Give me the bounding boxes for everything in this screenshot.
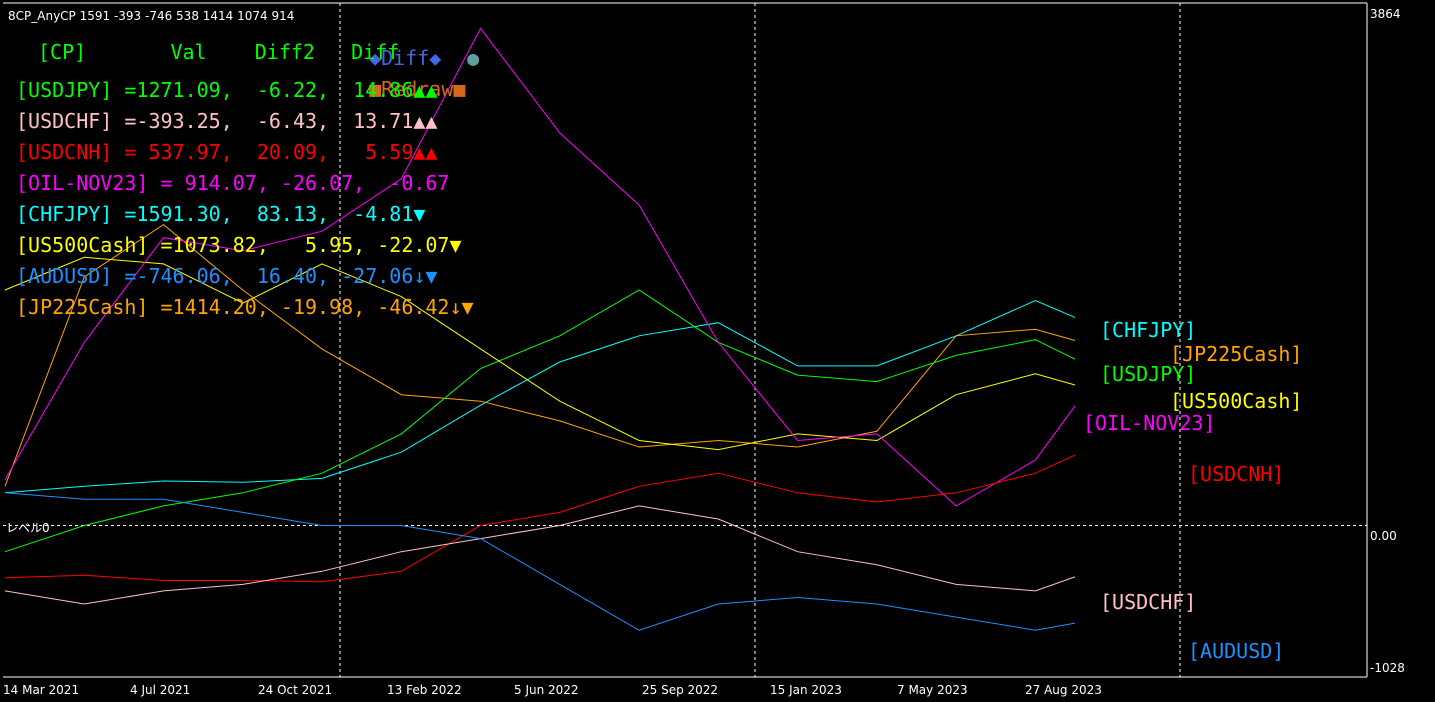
series-label-usdchf: [USDCHF] bbox=[1100, 590, 1196, 614]
hud-row: [USDJPY] =1271.09, -6.22, 14.86▲▲ bbox=[16, 78, 438, 102]
x-tick-label: 27 Aug 2023 bbox=[1025, 683, 1102, 697]
hud-row: [USDCNH] = 537.97, 20.09, 5.59▲▲ bbox=[16, 140, 438, 164]
hud-row: [CHFJPY] =1591.30, 83.13, -4.81▼ bbox=[16, 202, 426, 226]
x-tick-label: 7 May 2023 bbox=[897, 683, 968, 697]
series-label-oil-nov23: [OIL-NOV23] bbox=[1083, 411, 1215, 435]
series-label-audusd: [AUDUSD] bbox=[1188, 639, 1284, 663]
window-title: 8CP_AnyCP 1591 -393 -746 538 1414 1074 9… bbox=[8, 9, 295, 23]
x-tick-label: 25 Sep 2022 bbox=[642, 683, 718, 697]
hud-row: [US500Cash] =1073.82, 5.95, -22.07▼ bbox=[16, 233, 462, 257]
y-tick-max: 3864 bbox=[1370, 7, 1401, 21]
x-tick-label: 15 Jan 2023 bbox=[770, 683, 842, 697]
hud-header: [CP] Val Diff2 Diff bbox=[38, 40, 400, 64]
hud-row: [JP225Cash] =1414.20, -19.98, -46.42↓▼ bbox=[16, 295, 474, 319]
hud-row: [USDCHF] =-393.25, -6.43, 13.71▲▲ bbox=[16, 109, 438, 133]
y-tick-min: -1028 bbox=[1370, 661, 1405, 675]
series-label-usdcnh: [USDCNH] bbox=[1188, 462, 1284, 486]
x-tick-label: 4 Jul 2021 bbox=[130, 683, 190, 697]
x-tick-label: 14 Mar 2021 bbox=[3, 683, 79, 697]
y-tick-zero: 0.00 bbox=[1370, 529, 1397, 543]
x-axis-ticks: 14 Mar 2021 4 Jul 2021 24 Oct 2021 13 Feb 2… bbox=[3, 683, 1102, 697]
level-zero-label: レベル0 bbox=[6, 521, 50, 535]
hud-row: [AUDUSD] =-746.06, 16.40, -27.06↓▼ bbox=[16, 264, 438, 288]
x-tick-label: 5 Jun 2022 bbox=[514, 683, 579, 697]
series-label-chfjpy: [CHFJPY] bbox=[1100, 318, 1196, 342]
x-tick-label: 13 Feb 2022 bbox=[387, 683, 462, 697]
chart-canvas: [CHFJPY][JP225Cash][USDJPY][US500Cash][O… bbox=[0, 0, 1435, 702]
circle-icon: ● bbox=[467, 46, 480, 70]
x-tick-label: 24 Oct 2021 bbox=[258, 683, 332, 697]
series-label-us500cash: [US500Cash] bbox=[1170, 389, 1302, 413]
series-label-usdjpy: [USDJPY] bbox=[1100, 362, 1196, 386]
hud-row: [OIL-NOV23] = 914.07, -26.07, -0.67 bbox=[16, 171, 450, 195]
